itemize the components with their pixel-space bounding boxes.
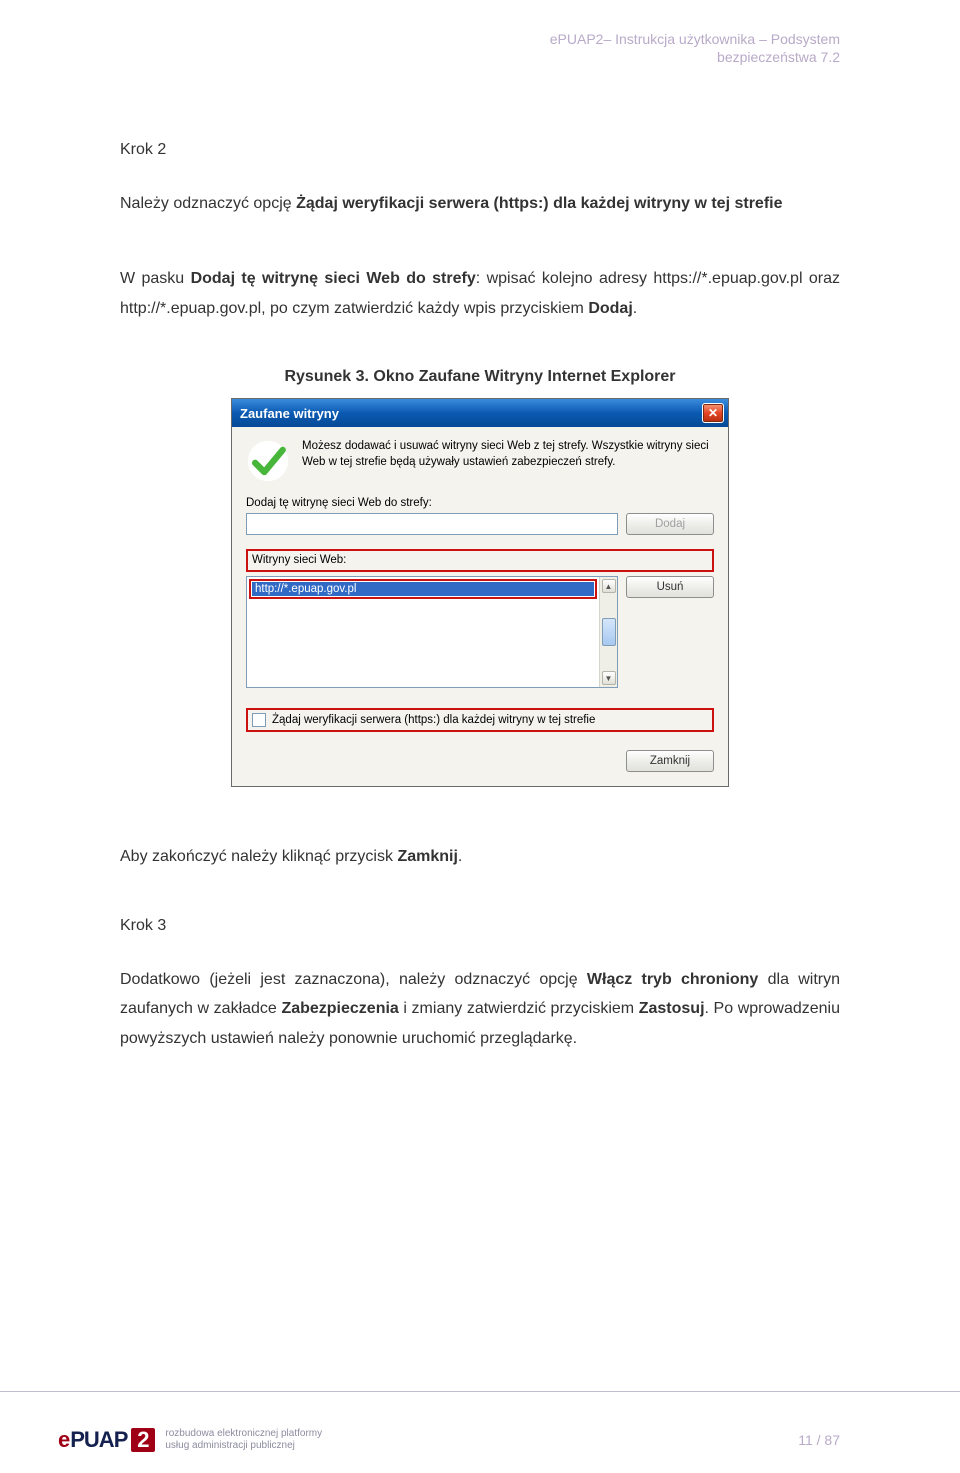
- header-line1: ePUAP2– Instrukcja użytkownika – Podsyst…: [120, 30, 840, 48]
- add-button[interactable]: Dodaj: [626, 513, 714, 535]
- p2-d: Dodaj: [588, 300, 632, 317]
- dialog-bottom-row: Zamknij: [246, 750, 714, 772]
- p2-b: Dodaj tę witrynę sieci Web do strefy: [191, 270, 476, 287]
- scrollbar[interactable]: ▲ ▼: [599, 577, 617, 687]
- close-button[interactable]: Zamknij: [626, 750, 714, 772]
- close-icon[interactable]: ✕: [702, 403, 724, 423]
- dialog-title: Zaufane witryny: [240, 406, 339, 421]
- listbox-row: http://*.epuap.gov.pl ▲ ▼: [246, 576, 714, 688]
- page-header: ePUAP2– Instrukcja użytkownika – Podsyst…: [120, 30, 840, 66]
- websites-listbox[interactable]: http://*.epuap.gov.pl ▲ ▼: [246, 576, 618, 688]
- dialog: Zaufane witryny ✕ Możesz dodawać i usuwa…: [231, 398, 729, 787]
- dialog-figure: Zaufane witryny ✕ Możesz dodawać i usuwa…: [120, 398, 840, 787]
- scroll-down-icon[interactable]: ▼: [602, 671, 616, 685]
- header-line2: bezpieczeństwa 7.2: [120, 48, 840, 66]
- add-website-label: Dodaj tę witrynę sieci Web do strefy:: [246, 497, 714, 509]
- p4-b: Włącz tryb chroniony: [587, 971, 758, 988]
- page-footer: ePUAP2 rozbudowa elektronicznej platform…: [0, 1391, 960, 1473]
- logo-subtitle: rozbudowa elektronicznej platformy usług…: [165, 1428, 322, 1452]
- p2-a: W pasku: [120, 270, 191, 287]
- checkmark-icon: [246, 439, 290, 483]
- scroll-thumb[interactable]: [602, 618, 616, 646]
- add-row: Dodaj: [246, 513, 714, 535]
- para-3: Aby zakończyć należy kliknąć przycisk Za…: [120, 842, 840, 872]
- figure-caption: Rysunek 3. Okno Zaufane Witryny Internet…: [120, 368, 840, 386]
- remove-button[interactable]: Usuń: [626, 576, 714, 598]
- logo-sub2: usług administracji publicznej: [165, 1440, 295, 1451]
- p1-b: Żądaj weryfikacji serwera (https:) dla k…: [296, 195, 782, 212]
- list-item[interactable]: http://*.epuap.gov.pl: [252, 582, 594, 596]
- logo-puap: PUAP: [70, 1427, 127, 1453]
- add-website-input[interactable]: [246, 513, 618, 535]
- dialog-info-row: Możesz dodawać i usuwać witryny sieci We…: [246, 439, 714, 483]
- p2-e: .: [633, 300, 637, 317]
- highlight-box-list-label: Witryny sieci Web:: [246, 549, 714, 572]
- p1-a: Należy odznaczyć opcję: [120, 195, 296, 212]
- require-https-checkbox[interactable]: [252, 713, 266, 727]
- scroll-up-icon[interactable]: ▲: [602, 579, 616, 593]
- p4-d: Zabezpieczenia: [281, 1000, 398, 1017]
- content: Krok 2 Należy odznaczyć opcję Żądaj wery…: [120, 141, 840, 1053]
- dialog-info-text: Możesz dodawać i usuwać witryny sieci We…: [302, 439, 714, 483]
- highlight-box-checkbox: Żądaj weryfikacji serwera (https:) dla k…: [246, 708, 714, 732]
- krok2-heading: Krok 2: [120, 141, 840, 159]
- p3-b: Zamknij: [397, 848, 457, 865]
- logo-2: 2: [131, 1428, 155, 1452]
- p3-a: Aby zakończyć należy kliknąć przycisk: [120, 848, 397, 865]
- dialog-body: Możesz dodawać i usuwać witryny sieci We…: [232, 427, 728, 786]
- epuap-logo: ePUAP2: [56, 1425, 157, 1455]
- para-4: Dodatkowo (jeżeli jest zaznaczona), nale…: [120, 965, 840, 1054]
- p4-a: Dodatkowo (jeżeli jest zaznaczona), nale…: [120, 971, 587, 988]
- logo-e: e: [58, 1427, 70, 1453]
- para-2: W pasku Dodaj tę witrynę sieci Web do st…: [120, 264, 840, 323]
- krok3-heading: Krok 3: [120, 917, 840, 935]
- p3-c: .: [458, 848, 462, 865]
- dialog-titlebar: Zaufane witryny ✕: [232, 399, 728, 427]
- p4-f: Zastosuj: [639, 1000, 705, 1017]
- footer-logo: ePUAP2 rozbudowa elektronicznej platform…: [56, 1425, 322, 1455]
- p4-e: i zmiany zatwierdzić przyciskiem: [399, 1000, 639, 1017]
- list-label: Witryny sieci Web:: [252, 554, 708, 566]
- page-number: 11 / 87: [798, 1432, 840, 1448]
- require-https-label: Żądaj weryfikacji serwera (https:) dla k…: [272, 714, 595, 726]
- logo-sub1: rozbudowa elektronicznej platformy: [165, 1428, 322, 1439]
- para-1: Należy odznaczyć opcję Żądaj weryfikacji…: [120, 189, 840, 219]
